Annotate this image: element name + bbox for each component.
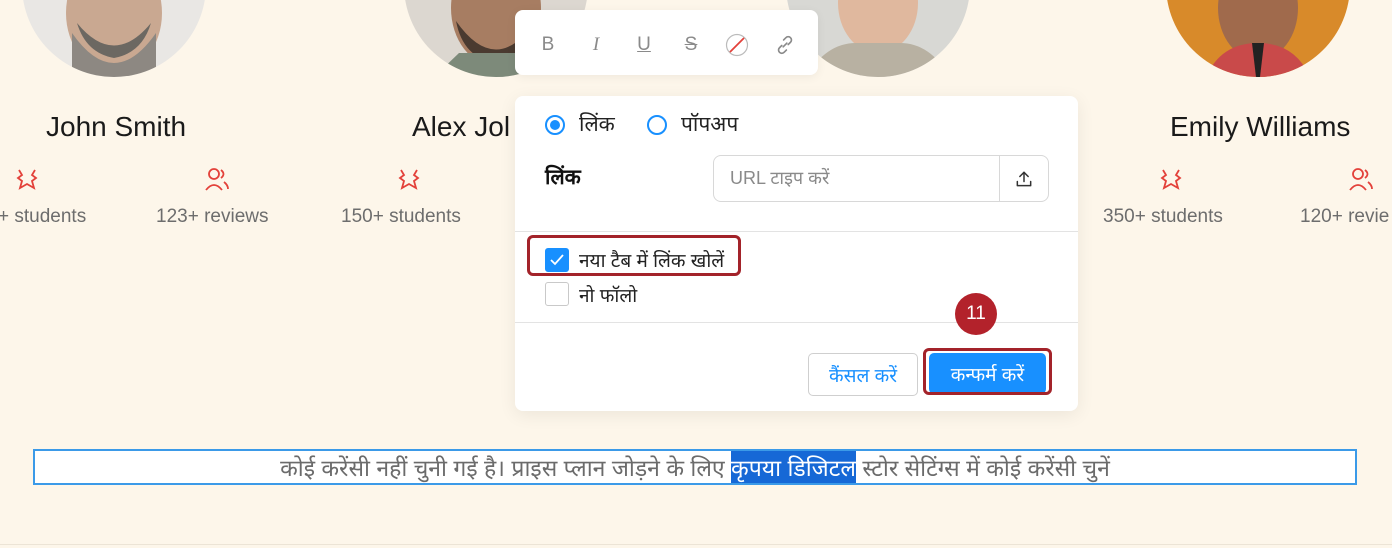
text-color-button[interactable] xyxy=(724,32,750,58)
currency-note-textbox[interactable]: कोई करेंसी नहीं चुनी गई है। प्राइस प्लान… xyxy=(33,449,1357,485)
instructor-name: Emily Williams xyxy=(1170,111,1351,142)
bold-icon: B xyxy=(541,34,555,55)
stat-reviews: 123+ reviews xyxy=(156,206,269,227)
text-format-toolbar: B I U S xyxy=(515,10,818,75)
stat-students: + students xyxy=(0,206,87,227)
instructor-name: John Smith xyxy=(46,111,187,142)
color-none-icon xyxy=(725,33,749,57)
divider xyxy=(515,231,1078,232)
badge-icon xyxy=(398,169,420,190)
divider xyxy=(0,544,1392,545)
nofollow-checkbox[interactable] xyxy=(545,282,569,306)
note-text-after: स्टोर सेटिंग्स में कोई करेंसी चुनें xyxy=(855,455,1110,481)
users-icon xyxy=(1349,168,1373,191)
upload-icon xyxy=(1016,171,1032,186)
radio-link-label: लिंक xyxy=(579,113,615,136)
cancel-button[interactable]: कैंसल करें xyxy=(808,353,918,396)
strikethrough-button[interactable]: S xyxy=(678,32,704,58)
link-dialog: लिंक पॉपअप लिंक नया टैब में लिंक खोलें न… xyxy=(515,96,1078,411)
nofollow-label: नो फॉलो xyxy=(579,286,638,307)
step-badge: 11 xyxy=(955,293,997,335)
radio-link[interactable] xyxy=(545,115,565,135)
italic-icon: I xyxy=(592,34,600,55)
radio-popup[interactable] xyxy=(647,115,667,135)
link-icon xyxy=(777,35,793,55)
highlight-confirm xyxy=(923,348,1052,395)
stat-students: 350+ students xyxy=(1103,206,1223,227)
italic-button[interactable]: I xyxy=(583,32,609,58)
stat-reviews: 120+ revie xyxy=(1300,206,1390,227)
radio-popup-label: पॉपअप xyxy=(681,113,739,136)
instructor-name: Alex Jol xyxy=(412,111,511,142)
users-icon xyxy=(205,168,229,191)
avatar-john-smith xyxy=(22,0,206,77)
strikethrough-icon: S xyxy=(684,34,698,55)
badge-icon xyxy=(1160,169,1182,190)
avatar-emily-williams xyxy=(1166,0,1350,77)
bold-button[interactable]: B xyxy=(535,32,561,58)
note-text-before: कोई करेंसी नहीं चुनी गई है। प्राइस प्लान… xyxy=(280,455,732,481)
underline-icon: U xyxy=(637,34,651,55)
stat-students: 150+ students xyxy=(341,206,461,227)
upload-button[interactable] xyxy=(999,156,1048,201)
url-field xyxy=(713,155,1049,202)
link-field-label: लिंक xyxy=(545,166,581,189)
underline-button[interactable]: U xyxy=(631,32,657,58)
badge-icon xyxy=(16,169,38,190)
link-button[interactable] xyxy=(772,32,798,58)
url-input[interactable] xyxy=(714,156,999,201)
highlight-open-new-tab xyxy=(527,235,741,276)
note-text-selected: कृपया डिजिटल xyxy=(731,451,856,483)
